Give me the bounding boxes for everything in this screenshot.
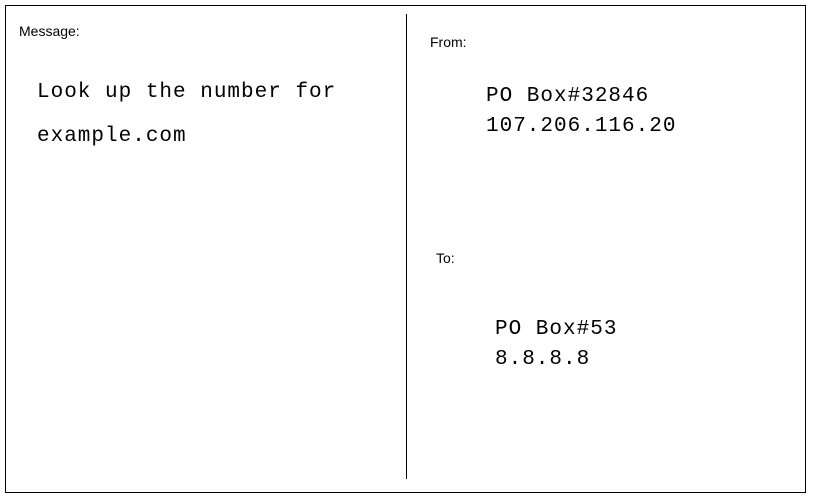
message-body: Look up the number for example.com (37, 71, 336, 159)
postcard: Message: Look up the number for example.c… (5, 5, 806, 493)
to-po-box: PO Box#53 (495, 318, 618, 341)
from-label: From: (430, 34, 467, 50)
postcard-divider (406, 14, 407, 479)
from-address: PO Box#32846 107.206.116.20 (486, 82, 676, 142)
message-label: Message: (19, 23, 80, 39)
from-po-box: PO Box#32846 (486, 85, 650, 108)
from-ip-address: 107.206.116.20 (486, 115, 677, 138)
to-label: To: (436, 250, 455, 266)
to-address: PO Box#53 8.8.8.8 (495, 315, 617, 375)
to-ip-address: 8.8.8.8 (495, 348, 591, 371)
message-line: Look up the number for (37, 81, 337, 104)
message-line: example.com (37, 125, 187, 148)
